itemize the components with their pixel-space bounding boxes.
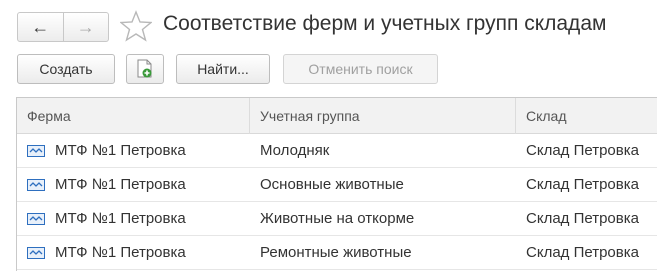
cell-group: Молодняк [260,142,330,159]
column-header-warehouse[interactable]: Склад [515,98,657,134]
toolbar: Создать Найти... Отменить поиск [0,54,657,86]
table-row[interactable]: МТФ №1 Петровка Молодняк Склад Петровка [17,134,657,168]
add-copy-button[interactable] [126,54,164,84]
title-bar: ← → Соответствие ферм и учетных групп ск… [0,0,657,52]
page-title: Соответствие ферм и учетных групп склада… [163,12,607,35]
cell-farm: МТФ №1 Петровка [55,176,186,193]
record-icon [27,145,45,157]
table-row[interactable]: МТФ №1 Петровка Животные на откорме Скла… [17,202,657,236]
cell-warehouse: Склад Петровка [526,142,639,159]
cell-group: Ремонтные животные [260,244,412,261]
arrow-left-icon: ← [31,16,50,37]
forward-button[interactable]: → [62,13,109,41]
cell-group: Основные животные [260,176,404,193]
cell-warehouse: Склад Петровка [526,210,639,227]
find-button[interactable]: Найти... [176,54,270,84]
column-header-farm[interactable]: Ферма [17,98,249,134]
record-icon [27,213,45,225]
document-add-icon [137,59,152,78]
table-row[interactable]: МТФ №1 Петровка Ремонтные животные Склад… [17,236,657,270]
record-icon [27,247,45,259]
arrow-right-icon: → [76,16,95,37]
create-button[interactable]: Создать [17,54,115,84]
navigation-buttons: ← → [17,12,109,42]
record-icon [27,179,45,191]
cell-farm: МТФ №1 Петровка [55,210,186,227]
table-row[interactable]: МТФ №1 Петровка Основные животные Склад … [17,168,657,202]
cell-farm: МТФ №1 Петровка [55,244,186,261]
cell-group: Животные на откорме [260,210,415,227]
favorite-star-icon[interactable] [120,10,152,42]
table-header: Ферма Учетная группа Склад [17,98,657,134]
back-button[interactable]: ← [18,13,63,41]
cell-farm: МТФ №1 Петровка [55,142,186,159]
column-header-group[interactable]: Учетная группа [249,98,515,134]
data-table: Ферма Учетная группа Склад МТФ №1 Петров… [16,97,657,271]
cell-warehouse: Склад Петровка [526,176,639,193]
cancel-search-button[interactable]: Отменить поиск [283,54,438,84]
cell-warehouse: Склад Петровка [526,244,639,261]
